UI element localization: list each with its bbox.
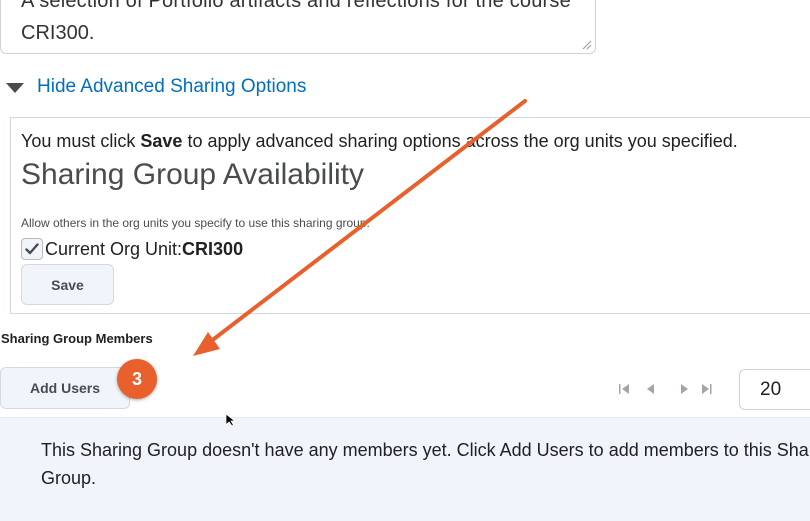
note-bold: Save [140,131,183,151]
availability-description: Allow others in the org units you specif… [21,216,370,230]
triangle-down-icon [6,83,24,93]
add-users-button[interactable]: Add Users [0,367,130,409]
step-badge: 3 [117,359,157,399]
description-textarea[interactable]: A selection of Portfolio artifacts and r… [0,0,596,54]
toggle-label: Hide Advanced Sharing Options [37,76,307,97]
save-button[interactable]: Save [21,264,114,305]
note-prefix: You must click [21,131,141,151]
description-line-1: A selection of Portfolio artifacts and r… [21,0,571,12]
mouse-cursor-icon [226,414,236,426]
current-org-unit-checkbox[interactable] [21,238,43,260]
current-org-unit-option: Current Org Unit: CRI300 [21,238,243,260]
empty-members-message: This Sharing Group doesn't have any memb… [41,440,810,488]
sharing-group-members-label: Sharing Group Members [1,331,153,346]
note-suffix: to apply advanced sharing options across… [182,131,738,151]
advanced-sharing-panel: You must click Save to apply advanced sh… [10,117,810,314]
last-page-icon[interactable] [702,384,712,394]
first-page-icon[interactable] [619,384,629,394]
page-size-select[interactable]: 20 [739,369,810,410]
checkmark-icon [25,243,39,255]
pagination-controls [619,384,712,394]
sharing-group-availability-heading: Sharing Group Availability [21,158,364,191]
empty-members-panel: This Sharing Group doesn't have any memb… [0,417,810,521]
save-instruction: You must click Save to apply advanced sh… [21,131,738,152]
current-org-unit-value: CRI300 [182,238,244,259]
next-page-icon[interactable] [681,384,688,394]
resize-grip-icon[interactable] [582,40,592,50]
hide-advanced-sharing-toggle[interactable]: Hide Advanced Sharing Options [6,76,306,98]
description-line-2: CRI300. [21,22,95,44]
current-org-unit-label: Current Org Unit: [45,238,183,259]
previous-page-icon[interactable] [647,384,654,394]
